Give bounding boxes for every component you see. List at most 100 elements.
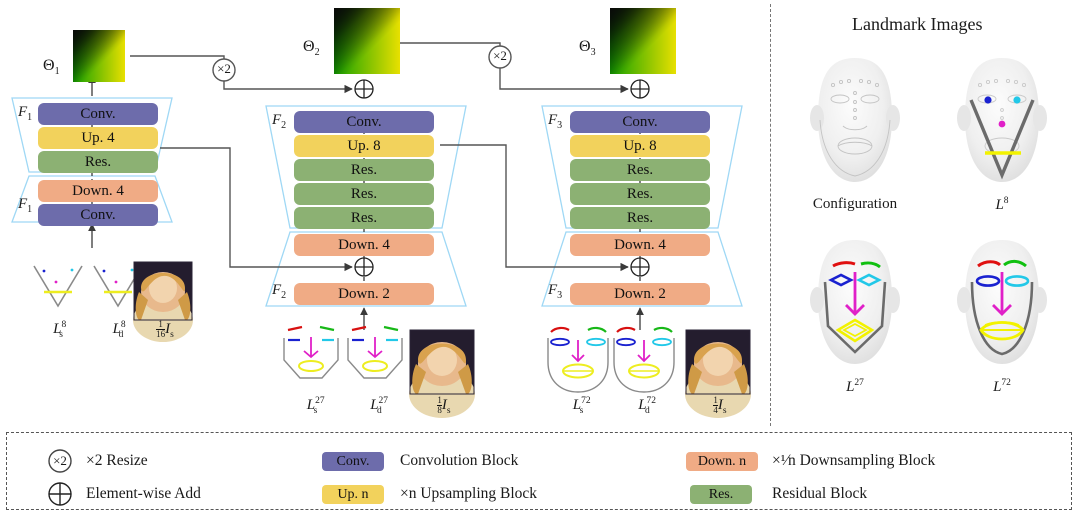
caption-img-stage1-numerator: 1 (158, 319, 163, 329)
theta-map-3 (610, 8, 676, 74)
stage1-block-conv-bottom[interactable]: Conv. (38, 204, 158, 226)
stage3-block-down4[interactable]: Down. 4 (570, 234, 710, 256)
stage1-ftag-top: F1 (18, 104, 32, 123)
stage1-ftag-bottom-sub: 1 (27, 204, 33, 215)
caption-ls27-sub: s (313, 406, 318, 416)
stage2-ftag-bottom: F2 (272, 282, 286, 301)
stage2-block-res-2[interactable]: Res. (294, 183, 434, 205)
theta-label-2: Θ2 (303, 38, 320, 58)
head-L8 (957, 58, 1047, 182)
theta-3-subscript: 3 (590, 47, 596, 59)
stage1-ftag-bottom: F1 (18, 196, 32, 215)
caption-ld8-sup: 8 (120, 320, 126, 330)
caption-img-stage2: 1 8 Is (420, 395, 468, 417)
stage2-block-res-3[interactable]: Res. (294, 207, 434, 229)
theta-map-1 (73, 30, 125, 82)
theta-1-subscript: 1 (54, 66, 60, 78)
theta-label-3: Θ3 (579, 38, 596, 58)
caption-ld27: L27d (352, 396, 400, 416)
stage1-ftag-bottom-symbol: F (18, 196, 28, 212)
stage3-block-res-2[interactable]: Res. (570, 183, 710, 205)
caption-img-stage3: 1 4 Is (696, 395, 744, 417)
stage3-block-res-3[interactable]: Res. (570, 207, 710, 229)
add-node-stage2-top (354, 79, 374, 99)
stage1-block-up4[interactable]: Up. 4 (38, 127, 158, 149)
theta-1-symbol: Θ (43, 57, 55, 74)
stage3-ftag-bottom: F3 (548, 282, 562, 301)
theta-label-1: Θ1 (43, 57, 60, 77)
theta1-to-stage2-connector (130, 55, 353, 94)
stage2-ftag-top: F2 (272, 112, 286, 131)
stage2-ftag-top-symbol: F (272, 112, 282, 128)
landmark-label-l27-sup: 27 (854, 378, 864, 388)
caption-img-stage1-fraction: 1 16 (156, 319, 166, 340)
stage3-block-res-1[interactable]: Res. (570, 159, 710, 181)
caption-img-stage3-sub: s (722, 406, 727, 417)
sketch-ls72 (547, 326, 609, 393)
stage2-block-down4[interactable]: Down. 4 (294, 234, 434, 256)
sketch-ld27 (347, 325, 403, 379)
head-configuration (810, 58, 900, 182)
caption-ls8: L8s (36, 320, 80, 340)
caption-ld72-sup: 72 (646, 396, 657, 406)
add-node-stage3-mid (630, 257, 650, 277)
theta-map-2 (334, 8, 400, 74)
stage2-block-up8[interactable]: Up. 8 (294, 135, 434, 157)
head-L27 (810, 240, 900, 364)
stage1-ftag-top-sub: 1 (27, 112, 33, 123)
landmark-label-configuration: Configuration (812, 196, 898, 212)
figure-root: Θ1 Θ2 Θ3 ×2 ×2 F1 F1 Conv. Up. 4 Res. Do… (0, 0, 1080, 516)
resize-node-2-label[interactable]: ×2 (489, 48, 511, 64)
resize-node-1-label[interactable]: ×2 (213, 61, 235, 77)
stage2-block-down2[interactable]: Down. 2 (294, 283, 434, 305)
caption-ls27-sup: 27 (315, 396, 325, 406)
landmark-label-l72-sup: 72 (1001, 378, 1011, 388)
landmark-label-l27: L27 (815, 378, 895, 396)
caption-img-stage2-sub: s (446, 406, 451, 417)
stage2-ftag-bottom-symbol: F (272, 282, 282, 298)
theta-2-subscript: 2 (314, 47, 320, 59)
landmark-panel-title: Landmark Images (852, 14, 983, 34)
stage3-block-conv[interactable]: Conv. (570, 111, 710, 133)
landmark-label-l8-symbol: L (995, 197, 1004, 213)
add-node-stage2-mid (354, 257, 374, 277)
caption-ld27-sub: d (377, 406, 382, 416)
theta-3-symbol: Θ (579, 38, 591, 55)
caption-ls72-sup: 72 (581, 396, 591, 406)
stage1-block-down4[interactable]: Down. 4 (38, 180, 158, 202)
stage2-block-conv[interactable]: Conv. (294, 111, 434, 133)
landmark-label-l8: L8 (962, 196, 1042, 214)
caption-ls27: L27s (288, 396, 336, 416)
caption-img-stage1-sub: s (170, 330, 174, 341)
theta-2-symbol: Θ (303, 38, 315, 55)
caption-ld72-sub: d (645, 406, 650, 416)
sketch-ls27 (283, 325, 339, 379)
stage2-ftag-bottom-sub: 2 (281, 290, 287, 301)
sketch-ls8 (33, 265, 83, 308)
caption-ls8-sup: 8 (61, 320, 67, 330)
stage1-ftag-top-symbol: F (18, 104, 28, 120)
caption-ls8-sub: s (59, 330, 63, 340)
stage3-ftag-bottom-sub: 3 (557, 290, 563, 301)
figure-vector-layer (11, 42, 1047, 418)
stage1-block-conv-top[interactable]: Conv. (38, 103, 158, 125)
caption-ld8-sub: d (118, 330, 124, 340)
caption-ld27-sup: 27 (378, 396, 389, 406)
caption-img-stage1: 1 16 Is (143, 319, 187, 341)
stage3-ftag-bottom-symbol: F (548, 282, 558, 298)
stage2-ftag-top-sub: 2 (281, 120, 287, 131)
stage1-block-res[interactable]: Res. (38, 151, 158, 173)
stage3-ftag-top-symbol: F (548, 112, 558, 128)
caption-img-stage1-denominator: 16 (156, 329, 166, 340)
sketch-ld72 (613, 326, 675, 393)
caption-ls72-sub: s (579, 406, 584, 416)
head-L72 (957, 240, 1047, 364)
stage2-block-res-1[interactable]: Res. (294, 159, 434, 181)
stage3-ftag-top: F3 (548, 112, 562, 131)
caption-ld72: L72d (620, 396, 668, 416)
add-node-stage3-top (630, 79, 650, 99)
stage3-ftag-top-sub: 3 (557, 120, 563, 131)
caption-ls72: L72s (554, 396, 602, 416)
stage3-block-down2[interactable]: Down. 2 (570, 283, 710, 305)
stage3-block-up8[interactable]: Up. 8 (570, 135, 710, 157)
